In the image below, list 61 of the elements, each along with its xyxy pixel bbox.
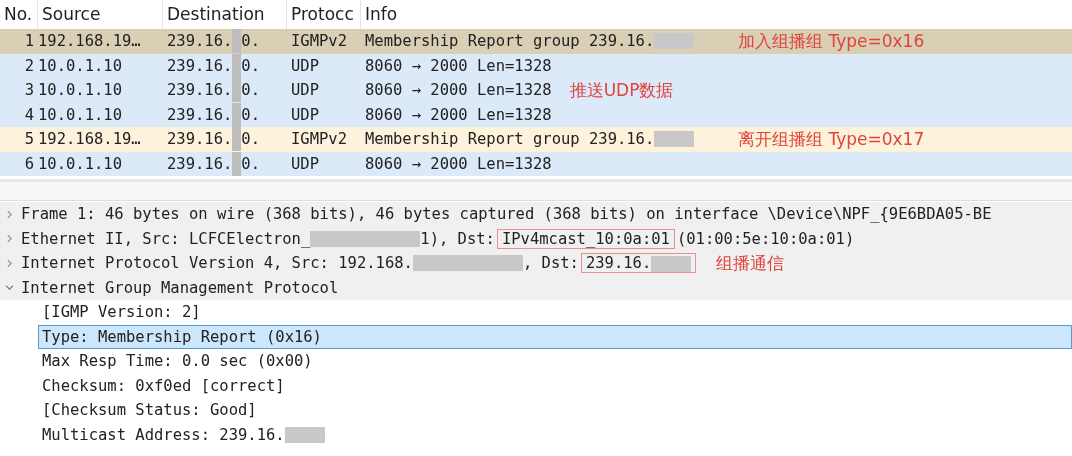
table-cell: Membership Report group 239.16. [361,32,695,51]
table-cell-text: 192.168.19… [38,130,142,149]
field-text: Internet Group Management Protocol [21,278,339,297]
field-text: 1), Dst: [420,229,495,248]
highlighted-value: IPv4mcast_10:0a:01 [496,228,675,249]
packet-row[interactable]: 6 10.0.1.10 239.16. 0. UDP 8060 → 2000 Len=1328 [0,151,1072,176]
table-cell-text: IGMPv2 [290,130,348,149]
table-cell-text: IGMPv2 [290,32,348,51]
table-cell: 239.16. 0. [163,53,287,78]
table-cell-text: 10.0.1.10 [38,81,123,100]
table-cell: 239.16. 0. [163,151,287,176]
packet-row[interactable]: 1 192.168.19… 239.16. 0. IGMPv2 Membership Report group 239.16. 加入组播组 Type=0x16 [0,29,1072,54]
annotation: 组播通信 [716,251,785,275]
annotation: 离开组播组 Type=0x17 [738,127,925,151]
tree-item[interactable]: Ethernet II, Src: LCFCElectron_ 1), Dst: IPv4mcast_10:0a:01 (01:00:5e:10:0a:01) [0,226,1072,251]
table-cell: 239.16. 0. [163,102,287,127]
tree-item[interactable]: Frame 1: 46 bytes on wire (368 bits), 46 bytes captured (368 bits) on interface \Device\NPF_{9E6BDA05-BE [0,202,1072,227]
table-cell-text: 6 [23,154,35,173]
table-cell: 239.16. 0. [163,78,287,103]
field-text: (01:00:5e:10:0a:01) [676,229,855,248]
tree-item[interactable]: Max Resp Time: 0.0 sec (0x00) [38,349,1072,374]
field-text: Internet Protocol Version 4, Src: 192.168. [21,254,413,273]
table-cell-text: 10.0.1.10 [38,154,123,173]
tree-item[interactable]: Internet Protocol Version 4, Src: 192.168. , Dst: 239.16. 组播通信 [0,251,1072,276]
tree-item[interactable]: Internet Group Management Protocol [0,275,1072,300]
table-cell-text: 8060 → 2000 Len=1328 [364,154,552,173]
table-cell-text: 8060 → 2000 Len=1328 [364,81,552,100]
packet-row[interactable]: 5 192.168.19… 239.16. 0. IGMPv2 Membership Report group 239.16. 离开组播组 Type=0x17 [0,127,1072,152]
table-cell-text: 8060 → 2000 Len=1328 [364,105,552,124]
table-cell-text: UDP [290,154,320,173]
table-cell-text: UDP [290,105,320,124]
table-cell-text: UDP [290,56,320,75]
table-cell-text: 4 [23,105,35,124]
tree-item[interactable]: Multicast Address: 239.16. [38,422,1072,447]
table-cell-text: UDP [290,81,320,100]
table-cell-text: 10.0.1.10 [38,105,123,124]
tree-item[interactable]: [Checksum Status: Good] [38,398,1072,423]
column-header[interactable]: Info [361,0,1072,29]
tree-item[interactable]: Type: Membership Report (0x16) [38,324,1072,349]
packet-row[interactable]: 2 10.0.1.10 239.16. 0. UDP 8060 → 2000 Len=1328 [0,53,1072,78]
table-cell-text: 2 [23,56,35,75]
annotation: 推送UDP数据 [569,78,674,102]
packet-row[interactable]: 3 10.0.1.10 239.16. 0. UDP 8060 → 2000 Len=1328 推送UDP数据 [0,78,1072,103]
table-cell-text: 192.168.19… [38,32,142,51]
splitter[interactable] [0,179,1072,201]
table-cell-text: 3 [23,81,35,100]
table-cell-text: 10.0.1.10 [38,56,123,75]
annotation: 加入组播组 Type=0x16 [738,29,925,53]
table-cell-text: 5 [23,130,35,149]
field-text: , Dst: [522,254,579,273]
highlighted-value: 239.16. [580,253,697,274]
table-cell: 239.16. 0. [163,127,287,152]
tree-item[interactable]: Checksum: 0xf0ed [correct] [38,373,1072,398]
table-cell-text: 8060 → 2000 Len=1328 [364,56,552,75]
table-cell-text: 1 [23,32,35,51]
table-cell: 239.16. 0. [163,29,287,54]
tree-item[interactable]: [IGMP Version: 2] [38,300,1072,325]
packet-row[interactable]: 4 10.0.1.10 239.16. 0. UDP 8060 → 2000 Len=1328 [0,102,1072,127]
field-text: Frame 1: 46 bytes on wire (368 bits), 46 bytes captured (368 bits) on interface \Device\NPF_{9E6BDA05-BE [21,205,992,224]
field-text: Ethernet II, Src: LCFCElectron_ [21,229,311,248]
table-cell: Membership Report group 239.16. [361,130,695,149]
